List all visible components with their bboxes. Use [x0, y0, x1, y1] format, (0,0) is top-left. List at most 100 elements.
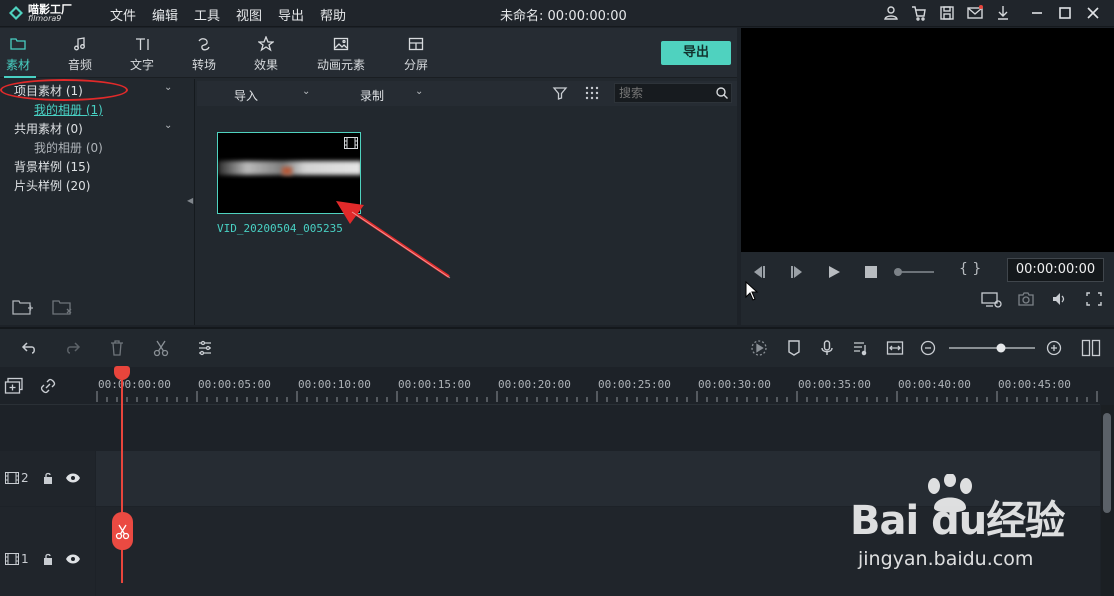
track-head [0, 405, 95, 450]
folder-icon [10, 36, 26, 52]
tab-elements[interactable]: 动画元素 [306, 36, 376, 73]
snapshot-camera-icon[interactable] [1017, 291, 1035, 307]
lock-icon[interactable] [42, 553, 54, 565]
chevron-down-icon[interactable]: ⌄ [164, 82, 172, 93]
annotation-arrow [330, 196, 454, 280]
volume-icon[interactable] [1051, 291, 1069, 307]
tree-my-album-1[interactable]: 我的相册 (1) [34, 101, 103, 118]
ruler-label: 00:00:10:00 [298, 378, 371, 391]
display-settings-icon[interactable] [981, 291, 1003, 309]
chevron-down-icon[interactable]: ⌄ [415, 86, 423, 97]
audio-mixer-icon[interactable] [852, 339, 870, 357]
maximize-icon[interactable] [1056, 4, 1074, 22]
ruler-label: 00:00:30:00 [698, 378, 771, 391]
document-title: 未命名: 00:00:00:00 [500, 9, 627, 24]
close-icon[interactable] [1084, 4, 1102, 22]
delete-icon[interactable] [108, 339, 126, 357]
tab-text[interactable]: 文字 [117, 36, 167, 73]
delete-folder-icon[interactable] [52, 297, 74, 317]
minimize-icon[interactable] [1028, 4, 1046, 22]
tab-audio[interactable]: 音频 [55, 36, 105, 73]
menu-edit[interactable]: 编辑 [152, 5, 178, 24]
new-folder-icon[interactable] [12, 297, 34, 317]
zoom-in-icon[interactable] [1046, 340, 1062, 356]
mail-icon[interactable] [966, 4, 984, 22]
tree-background-samples[interactable]: 背景样例 (15) [14, 158, 90, 175]
menu-export[interactable]: 导出 [278, 5, 304, 24]
tab-label: 效果 [253, 58, 278, 72]
panel-layout-icon[interactable] [1081, 339, 1101, 357]
lock-icon[interactable] [42, 472, 54, 484]
effects-star-icon [258, 36, 274, 52]
grid-view-icon[interactable] [584, 85, 600, 101]
annotation-ellipse [0, 79, 128, 101]
track-head [0, 507, 95, 596]
logo-mark-icon [8, 5, 24, 21]
tab-media[interactable]: 素材 [0, 36, 43, 73]
undo-icon[interactable] [20, 339, 38, 357]
tab-effects[interactable]: 效果 [241, 36, 291, 73]
stop-icon[interactable] [864, 265, 878, 279]
fullscreen-icon[interactable] [1085, 291, 1103, 307]
adjust-sliders-icon[interactable] [196, 339, 214, 357]
tab-transition[interactable]: 转场 [179, 36, 229, 73]
tree-my-album-0[interactable]: 我的相册 (0) [34, 139, 103, 156]
menu-tools[interactable]: 工具 [194, 5, 220, 24]
import-dropdown[interactable]: 导入 [234, 87, 258, 104]
logo-sub: filmora9 [28, 14, 62, 23]
record-dropdown[interactable]: 录制 [360, 87, 384, 104]
render-preview-icon[interactable] [750, 339, 768, 357]
film-icon [344, 137, 358, 149]
zoom-out-icon[interactable] [920, 340, 936, 356]
chevron-down-icon[interactable]: ⌄ [302, 86, 310, 97]
track-empty-top [0, 405, 1100, 450]
step-back-icon[interactable] [751, 264, 767, 280]
menu-help[interactable]: 帮助 [320, 5, 346, 24]
link-icon[interactable] [39, 377, 57, 395]
zoom-slider[interactable] [947, 342, 1037, 354]
add-track-icon[interactable] [4, 377, 24, 395]
eye-icon[interactable] [65, 472, 81, 484]
tab-split-screen[interactable]: 分屏 [391, 36, 441, 73]
search-icon[interactable] [715, 86, 729, 100]
step-forward-icon[interactable] [789, 264, 805, 280]
cut-icon[interactable] [152, 339, 170, 357]
search-input[interactable] [619, 86, 711, 100]
fit-timeline-icon[interactable] [886, 339, 904, 357]
tab-label: 音频 [67, 58, 92, 72]
voiceover-mic-icon[interactable] [818, 339, 836, 357]
tab-label: 动画元素 [316, 58, 365, 72]
ruler-label: 00:00:20:00 [498, 378, 571, 391]
redo-icon[interactable] [64, 339, 82, 357]
app-logo: 喵影工厂 filmora9 [8, 4, 108, 24]
tree-shared-media[interactable]: 共用素材 (0) [14, 120, 83, 137]
ruler-label: 00:00:45:00 [998, 378, 1071, 391]
timeline-scrollbar[interactable] [1101, 405, 1114, 596]
user-icon[interactable] [882, 4, 900, 22]
film-icon [5, 472, 19, 484]
tree-intro-samples[interactable]: 片头样例 (20) [14, 177, 90, 194]
ruler-label: 00:00:15:00 [398, 378, 471, 391]
menu-view[interactable]: 视图 [236, 5, 262, 24]
collapse-arrow-icon[interactable]: ◀ [187, 196, 193, 205]
film-icon [5, 553, 19, 565]
preview-viewport[interactable] [741, 28, 1114, 252]
cart-icon[interactable] [910, 4, 928, 22]
menu-file[interactable]: 文件 [110, 5, 136, 24]
scrollbar-thumb[interactable] [1103, 413, 1111, 513]
play-icon[interactable] [826, 264, 842, 280]
playhead-line[interactable] [121, 368, 123, 583]
filter-icon[interactable] [552, 85, 568, 101]
playhead-split-button[interactable] [112, 512, 133, 550]
download-icon[interactable] [994, 4, 1012, 22]
preview-progress-slider[interactable] [892, 266, 936, 278]
save-icon[interactable] [938, 4, 956, 22]
export-button[interactable]: 导出 [661, 41, 731, 65]
mark-in-out-braces[interactable]: { } [959, 261, 981, 277]
chevron-down-icon[interactable]: ⌄ [164, 120, 172, 131]
eye-icon[interactable] [65, 553, 81, 565]
preview-timecode: 00:00:00:00 [1007, 258, 1104, 282]
track-drop-zone[interactable] [96, 405, 1100, 450]
marker-icon[interactable] [785, 339, 803, 357]
scissors-icon [112, 512, 133, 550]
